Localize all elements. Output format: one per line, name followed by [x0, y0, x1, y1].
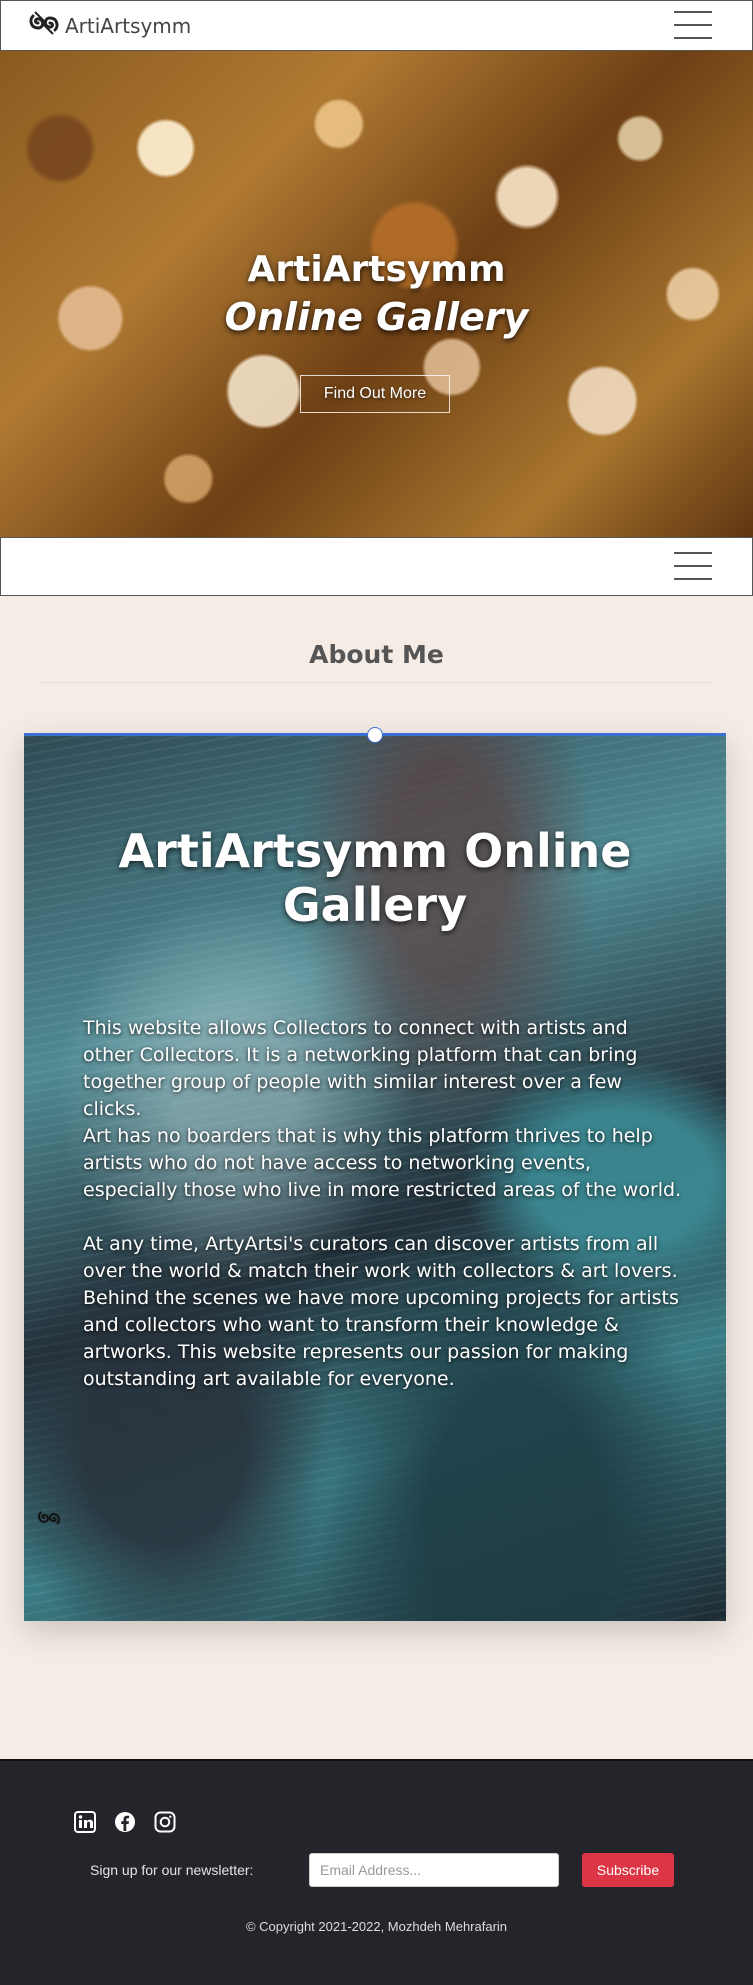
- about-paragraph: At any time, ArtyArtsi's curators can di…: [83, 1233, 679, 1390]
- about-paragraph: This website allows Collectors to connec…: [83, 1017, 638, 1120]
- hamburger-icon: [674, 552, 712, 554]
- menu-toggle-button[interactable]: [674, 11, 712, 39]
- brand-name: ArtiArtsymm: [65, 13, 192, 38]
- top-navbar: ArtiArtsymm: [0, 0, 753, 51]
- email-field[interactable]: [309, 1853, 559, 1887]
- newsletter-label: Sign up for our newsletter:: [90, 1862, 254, 1878]
- find-out-more-button[interactable]: Find Out More: [300, 375, 450, 413]
- secondary-navbar: [0, 537, 753, 596]
- linkedin-icon[interactable]: [74, 1811, 96, 1833]
- copyright-text: © Copyright 2021-2022, Mozhdeh Mehrafari…: [245, 1919, 508, 1934]
- subscribe-button[interactable]: Subscribe: [582, 1853, 674, 1887]
- menu-toggle-button-secondary[interactable]: [674, 552, 712, 580]
- logo-icon: [27, 8, 61, 43]
- footer: Sign up for our newsletter: Subscribe © …: [0, 1759, 753, 1985]
- watermark-logo-icon: [36, 1506, 62, 1535]
- hero-subtitle: Online Gallery: [224, 295, 529, 339]
- hero-section: ArtiArtsymm Online Gallery Find Out More: [0, 51, 753, 537]
- about-card: ArtiArtsymm Online Gallery This website …: [24, 733, 726, 1621]
- hamburger-icon: [674, 11, 712, 13]
- card-title: ArtiArtsymm Online Gallery: [118, 824, 632, 932]
- about-paragraph: Art has no boarders that is why this pla…: [83, 1125, 682, 1201]
- brand-link[interactable]: ArtiArtsymm: [27, 8, 191, 43]
- instagram-icon[interactable]: [154, 1811, 176, 1833]
- about-heading: About Me: [309, 640, 444, 669]
- hero-title: ArtiArtsymm: [247, 249, 506, 290]
- facebook-icon[interactable]: [114, 1811, 136, 1833]
- divider: [40, 682, 713, 683]
- carousel-indicator[interactable]: [367, 727, 383, 743]
